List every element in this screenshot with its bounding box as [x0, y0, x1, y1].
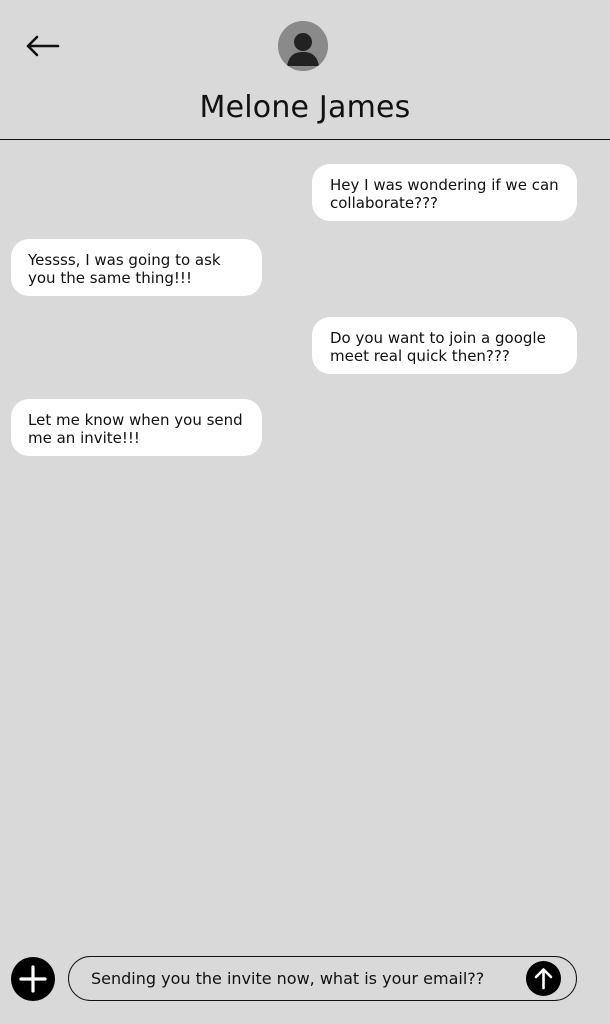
back-button[interactable] — [22, 28, 62, 64]
message-composer — [68, 956, 577, 1001]
outgoing-message: Hey I was wondering if we can collaborat… — [312, 164, 577, 221]
outgoing-message: Do you want to join a google meet real q… — [312, 317, 577, 374]
incoming-message: Let me know when you send me an invite!!… — [11, 399, 262, 456]
avatar[interactable] — [278, 21, 328, 71]
contact-name: Melone James — [199, 90, 411, 125]
arrow-left-icon — [26, 35, 60, 57]
incoming-message: Yessss, I was going to ask you the same … — [11, 239, 262, 296]
chat-screen: Melone James Hey I was wondering if we c… — [0, 0, 610, 1024]
arrow-up-icon — [534, 968, 553, 990]
plus-icon — [19, 965, 47, 993]
user-avatar-icon — [278, 21, 328, 71]
chat-header: Melone James — [0, 0, 610, 140]
send-button[interactable] — [526, 961, 561, 996]
add-attachment-button[interactable] — [11, 957, 55, 1001]
message-input[interactable] — [91, 957, 521, 999]
